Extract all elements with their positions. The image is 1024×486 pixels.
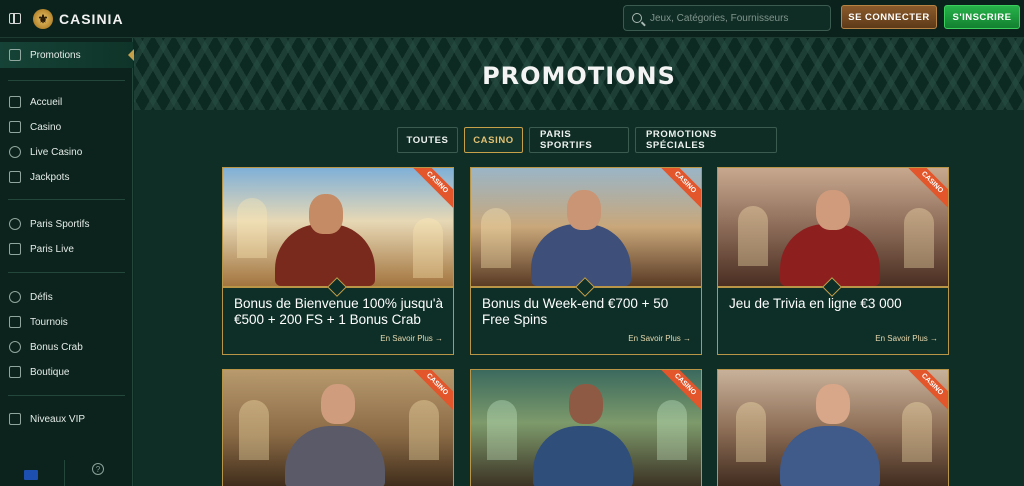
promo-card[interactable]: CASINO <box>717 369 949 486</box>
promo-image-queen <box>718 168 948 286</box>
top-bar: ⚜ CASINIA SE CONNECTER S'INSCRIRE <box>0 0 1024 38</box>
sidebar-item-label: Promotions <box>30 49 81 61</box>
sidebar-item-label: Live Casino <box>30 146 83 158</box>
sidebar-item-promotions[interactable]: Promotions <box>0 42 134 68</box>
promotions-icon <box>9 49 21 61</box>
football-icon <box>9 218 21 230</box>
sidebar-toggle-icon[interactable] <box>9 13 21 24</box>
eu-flag-icon[interactable] <box>24 470 38 480</box>
learn-more-link[interactable]: En Savoir Plus → <box>628 334 691 343</box>
learn-more-link[interactable]: En Savoir Plus → <box>380 334 443 343</box>
sidebar-item-paris-sportifs[interactable]: Paris Sportifs <box>0 213 133 235</box>
live-bet-icon <box>9 243 21 255</box>
sidebar-item-jackpots[interactable]: Jackpots <box>0 166 133 188</box>
sidebar-item-live-casino[interactable]: Live Casino <box>0 141 133 163</box>
sidebar-item-label: Boutique <box>30 366 70 378</box>
promo-title: Jeu de Trivia en ligne €3 000 <box>729 296 902 311</box>
sidebar-item-tournois[interactable]: Tournois <box>0 311 133 333</box>
home-chart-icon <box>9 96 21 108</box>
challenges-icon <box>9 291 21 303</box>
login-button[interactable]: SE CONNECTER <box>841 5 937 29</box>
promo-image-knight-red <box>718 370 948 486</box>
learn-more-link[interactable]: En Savoir Plus → <box>875 334 938 343</box>
help-icon[interactable]: ? <box>92 463 104 475</box>
sidebar-item-label: Niveaux VIP <box>30 413 86 425</box>
jackpot-icon <box>9 171 21 183</box>
tab-paris-sportifs[interactable]: PARIS SPORTIFS <box>529 127 629 153</box>
sidebar-item-label: Bonus Crab <box>30 341 83 353</box>
trophy-icon <box>9 316 21 328</box>
sidebar-item-defis[interactable]: Défis <box>0 286 133 308</box>
search-input[interactable] <box>650 12 820 24</box>
promo-card[interactable]: CASINO Bonus du Week-end €700 + 50 Free … <box>470 167 702 355</box>
promo-card[interactable]: CASINO Jeu de Trivia en ligne €3 000 En … <box>717 167 949 355</box>
promo-card[interactable]: CASINO <box>470 369 702 486</box>
sidebar-item-niveaux-vip[interactable]: Niveaux VIP <box>0 408 133 430</box>
search-box[interactable] <box>623 5 831 31</box>
promo-card[interactable]: CASINO <box>222 369 454 486</box>
sidebar-item-label: Paris Live <box>30 243 74 255</box>
sidebar-item-casino[interactable]: Casino <box>0 116 133 138</box>
promo-image-knight-green-hall <box>471 370 701 486</box>
sidebar-item-accueil[interactable]: Accueil <box>0 91 133 113</box>
promotion-tabs: TOUTES CASINO PARIS SPORTIFS PROMOTIONS … <box>397 127 777 153</box>
sidebar-item-label: Tournois <box>30 316 68 328</box>
sidebar-footer-divider <box>64 460 65 486</box>
tab-promotions-speciales[interactable]: PROMOTIONS SPÉCIALES <box>635 127 777 153</box>
sidebar-item-label: Défis <box>30 291 53 303</box>
sidebar-divider <box>8 199 125 200</box>
promo-image-king <box>223 168 453 286</box>
promo-card[interactable]: CASINO Bonus de Bienvenue 100% jusqu'à €… <box>222 167 454 355</box>
live-casino-icon <box>9 146 21 158</box>
sidebar-item-label: Paris Sportifs <box>30 218 90 230</box>
sidebar: Promotions Accueil Casino Live Casino Ja… <box>0 38 134 486</box>
sidebar-divider <box>8 395 125 396</box>
sidebar-item-label: Accueil <box>30 96 63 108</box>
search-icon <box>632 13 642 23</box>
sidebar-item-boutique[interactable]: Boutique <box>0 361 133 383</box>
sidebar-item-label: Casino <box>30 121 62 133</box>
sidebar-divider <box>8 272 125 273</box>
page-title: PROMOTIONS <box>482 62 676 90</box>
sidebar-divider <box>8 80 125 81</box>
promo-title: Bonus du Week-end €700 + 50 Free Spins <box>482 296 669 327</box>
logo-fleur-icon: ⚜ <box>33 8 53 29</box>
promo-image-warrior <box>471 168 701 286</box>
logo-text: CASINIA <box>59 10 124 27</box>
promo-title: Bonus de Bienvenue 100% jusqu'à €500 + 2… <box>234 296 443 327</box>
sidebar-item-paris-live[interactable]: Paris Live <box>0 238 133 260</box>
tab-casino[interactable]: CASINO <box>464 127 523 153</box>
casino-icon <box>9 121 21 133</box>
register-button[interactable]: S'INSCRIRE <box>944 5 1020 29</box>
shop-icon <box>9 366 21 378</box>
sidebar-item-label: Jackpots <box>30 171 70 183</box>
promo-image-knight-hall <box>223 370 453 486</box>
tab-toutes[interactable]: TOUTES <box>397 127 458 153</box>
vip-crown-icon <box>9 413 21 425</box>
crab-icon <box>9 341 21 353</box>
sidebar-item-bonus-crab[interactable]: Bonus Crab <box>0 336 133 358</box>
logo[interactable]: ⚜ CASINIA <box>33 8 124 29</box>
